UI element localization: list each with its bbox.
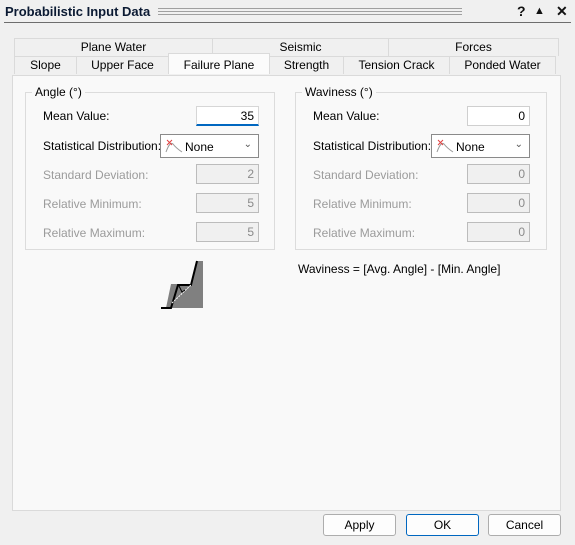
waviness-std-label: Standard Deviation: [313,168,419,182]
title-bar: Probabilistic Input Data ? ▲ ✕ [0,0,575,23]
drag-grip[interactable] [158,8,462,15]
angle-group: Angle (°) Mean Value: 35 Statistical Dis… [25,85,275,250]
angle-std-input: 2 [196,164,259,184]
tab-row-front: Slope Upper Face Failure Plane Strength … [14,53,556,74]
failure-plane-diagram [161,260,203,309]
collapse-icon[interactable]: ▲ [534,2,545,20]
help-icon[interactable]: ? [517,2,526,20]
tab-tension-crack[interactable]: Tension Crack [343,56,450,74]
distribution-icon [436,139,454,153]
angle-relmax-input: 5 [196,222,259,242]
waviness-std-input: 0 [467,164,530,184]
waviness-formula: Waviness = [Avg. Angle] - [Min. Angle] [298,262,501,276]
tab-slope[interactable]: Slope [14,56,77,74]
waviness-relmax-input: 0 [467,222,530,242]
angle-mean-label: Mean Value: [43,109,110,123]
window-title: Probabilistic Input Data [5,4,151,19]
angle-dist-value: None [185,140,214,154]
waviness-relmin-label: Relative Minimum: [313,197,412,211]
waviness-relmin-input: 0 [467,193,530,213]
apply-button[interactable]: Apply [323,514,396,536]
tab-panel-failure-plane: Angle (°) Mean Value: 35 Statistical Dis… [12,75,561,511]
tab-strength[interactable]: Strength [269,56,344,74]
title-separator [4,22,571,23]
angle-relmin-input: 5 [196,193,259,213]
waviness-group: Waviness (°) Mean Value: 0 Statistical D… [295,85,547,250]
tab-row-back: Plane Water Seismic Forces [14,38,559,56]
chevron-down-icon: ⌄ [243,139,252,150]
tab-upper-face[interactable]: Upper Face [76,56,169,74]
angle-relmin-label: Relative Minimum: [43,197,142,211]
angle-std-label: Standard Deviation: [43,168,149,182]
angle-dist-label: Statistical Distribution: [43,139,162,153]
cancel-button[interactable]: Cancel [488,514,561,536]
close-icon[interactable]: ✕ [556,2,568,20]
chevron-down-icon: ⌄ [514,139,523,150]
ok-button[interactable]: OK [406,514,479,536]
waviness-dist-label: Statistical Distribution: [313,139,432,153]
waviness-mean-label: Mean Value: [313,109,380,123]
waviness-group-title: Waviness (°) [302,85,376,99]
tab-forces[interactable]: Forces [388,38,559,56]
tab-failure-plane[interactable]: Failure Plane [168,53,270,74]
waviness-mean-input[interactable]: 0 [467,106,530,126]
waviness-dist-value: None [456,140,485,154]
waviness-dist-select[interactable]: None ⌄ [431,134,530,158]
angle-dist-select[interactable]: None ⌄ [160,134,259,158]
distribution-icon [165,139,183,153]
angle-relmax-label: Relative Maximum: [43,226,146,240]
waviness-relmax-label: Relative Maximum: [313,226,416,240]
tab-ponded-water[interactable]: Ponded Water [449,56,556,74]
angle-mean-input[interactable]: 35 [196,106,259,126]
angle-group-title: Angle (°) [32,85,85,99]
